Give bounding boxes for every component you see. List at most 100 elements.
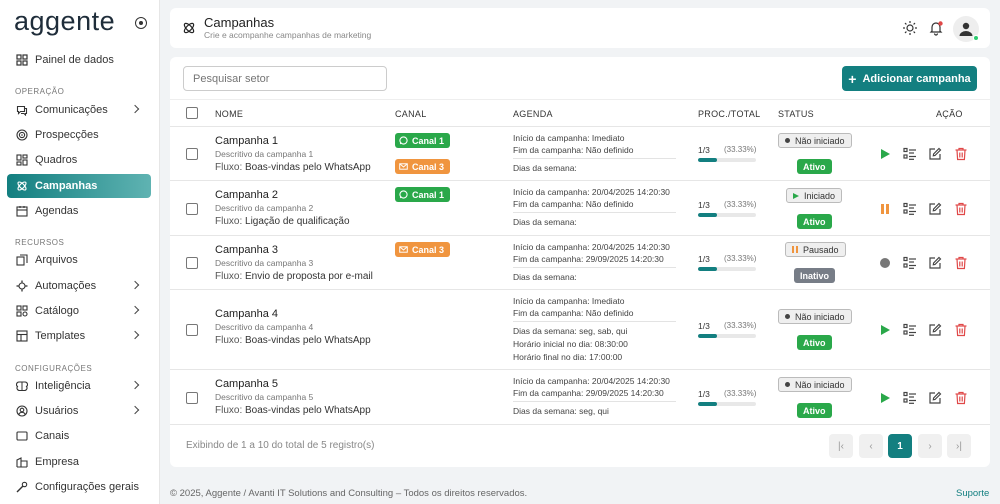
channel-badge-label: Canal 3 — [412, 244, 445, 255]
brand-logo[interactable]: aggente — [14, 6, 115, 37]
column-agenda[interactable]: AGENDA — [513, 109, 553, 119]
details-list-icon[interactable] — [903, 256, 917, 270]
channel-badge: Canal 3 — [395, 242, 451, 257]
progress-percent: (33.33%) — [724, 145, 757, 154]
agenda-start: Início da campanha: 20/04/2025 14:20:30 — [513, 187, 670, 197]
campaign-name[interactable]: Campanha 1 — [215, 135, 278, 147]
campaign-name[interactable]: Campanha 4 — [215, 308, 278, 320]
sidebar-item-label: Configurações gerais — [35, 481, 139, 493]
sidebar-item-quadros[interactable]: Quadros — [7, 148, 151, 172]
row-checkbox[interactable] — [186, 148, 198, 160]
play-icon[interactable] — [878, 147, 892, 161]
row-checkbox[interactable] — [186, 257, 198, 269]
sidebar-item-automacoes[interactable]: Automações — [7, 274, 151, 298]
active-badge: Ativo — [797, 159, 832, 174]
pause-icon[interactable] — [878, 202, 892, 216]
campaign-name[interactable]: Campanha 3 — [215, 244, 278, 256]
sidebar-item-empresa[interactable]: Empresa — [7, 450, 151, 474]
add-campaign-button[interactable]: + Adicionar campanha — [842, 66, 977, 91]
agenda-weekdays: Dias da semana: seg, sab, qui — [513, 326, 628, 336]
plus-icon: + — [848, 70, 857, 87]
edit-icon[interactable] — [928, 147, 942, 161]
prev-page-button[interactable]: ‹ — [859, 434, 883, 458]
chevron-right-icon[interactable] — [130, 280, 140, 290]
templates-icon — [16, 330, 28, 342]
row-checkbox[interactable] — [186, 392, 198, 404]
sidebar-item-label: Canais — [35, 430, 70, 442]
next-page-button[interactable]: › — [918, 434, 942, 458]
sidebar-item-label: Agendas — [35, 205, 79, 217]
chevron-right-icon[interactable] — [130, 330, 140, 340]
trash-icon[interactable] — [954, 323, 968, 337]
agenda-weekdays: Dias da semana: seg, qui — [513, 406, 609, 416]
whatsapp-icon — [399, 190, 408, 199]
trash-icon[interactable] — [954, 147, 968, 161]
sidebar-item-inteligencia[interactable]: Inteligência — [7, 374, 151, 398]
row-checkbox[interactable] — [186, 203, 198, 215]
column-status[interactable]: STATUS — [778, 109, 814, 119]
sidebar-item-label: Inteligência — [35, 380, 91, 392]
sidebar-item-usuarios[interactable]: Usuários — [7, 399, 151, 423]
play-icon[interactable] — [878, 323, 892, 337]
sidebar-item-configuracoes-gerais[interactable]: Configurações gerais — [7, 475, 151, 499]
kanban-icon — [16, 154, 28, 166]
page-button-current[interactable]: 1 — [888, 434, 912, 458]
support-link[interactable]: Suporte — [956, 488, 989, 499]
campaign-icon — [183, 22, 195, 34]
sidebar-item-templates[interactable]: Templates — [7, 324, 151, 348]
chevron-right-icon[interactable] — [130, 104, 140, 114]
files-icon — [16, 254, 28, 266]
sidebar-item-campanhas[interactable]: Campanhas — [7, 174, 151, 198]
sidebar-item-prospeccoes[interactable]: Prospecções — [7, 123, 151, 147]
search-input[interactable] — [183, 66, 387, 91]
brain-icon — [16, 381, 28, 392]
column-nome[interactable]: NOME — [215, 109, 243, 119]
campaign-name[interactable]: Campanha 2 — [215, 189, 278, 201]
progress-count: 1/3 — [698, 254, 710, 264]
edit-icon[interactable] — [928, 323, 942, 337]
table-header: NOME CANAL AGENDA PROC./TOTAL STATUS AÇÃ… — [170, 99, 990, 127]
sidebar-item-catalogo[interactable]: Catálogo — [7, 299, 151, 323]
details-list-icon[interactable] — [903, 147, 917, 161]
first-page-button[interactable]: |‹ — [829, 434, 853, 458]
details-list-icon[interactable] — [903, 202, 917, 216]
column-canal[interactable]: CANAL — [395, 109, 427, 119]
channel-badge-label: Canal 1 — [412, 189, 445, 200]
play-icon[interactable] — [878, 391, 892, 405]
agenda-weekdays: Dias da semana: — [513, 163, 577, 173]
trash-icon[interactable] — [954, 256, 968, 270]
channels-icon — [16, 431, 28, 441]
campaign-flow: Fluxo: Boas-vindas pelo WhatsApp — [215, 405, 371, 416]
edit-icon[interactable] — [928, 202, 942, 216]
details-list-icon[interactable] — [903, 323, 917, 337]
column-proc-total[interactable]: PROC./TOTAL — [698, 109, 760, 119]
campaign-flow: Fluxo: Envio de proposta por e-mail — [215, 271, 373, 282]
chevron-right-icon[interactable] — [130, 380, 140, 390]
last-page-button[interactable]: ›| — [947, 434, 971, 458]
page-title: Campanhas — [204, 15, 275, 30]
chevron-right-icon[interactable] — [130, 305, 140, 315]
trash-icon[interactable] — [954, 391, 968, 405]
trash-icon[interactable] — [954, 202, 968, 216]
theme-toggle-icon[interactable] — [902, 20, 918, 36]
agenda-end: Fim da campanha: 29/09/2025 14:20:30 — [513, 388, 664, 398]
row-checkbox[interactable] — [186, 324, 198, 336]
sidebar-item-canais[interactable]: Canais — [7, 424, 151, 448]
sidebar-toggle-icon[interactable] — [135, 17, 147, 29]
sidebar-item-label: Campanhas — [35, 180, 98, 192]
select-all-checkbox[interactable] — [186, 107, 198, 119]
chevron-right-icon[interactable] — [130, 405, 140, 415]
progress-count: 1/3 — [698, 389, 710, 399]
edit-icon[interactable] — [928, 256, 942, 270]
sidebar-item-agendas[interactable]: Agendas — [7, 199, 151, 223]
sidebar-item-comunicacoes[interactable]: Comunicações — [7, 98, 151, 122]
campaign-flow: Fluxo: Boas-vindas pelo WhatsApp — [215, 335, 371, 346]
details-list-icon[interactable] — [903, 391, 917, 405]
campaign-description: Descritivo da campanha 4 — [215, 322, 314, 332]
sidebar-item-arquivos[interactable]: Arquivos — [7, 248, 151, 272]
notification-bell-icon[interactable] — [928, 20, 944, 36]
active-badge: Ativo — [797, 403, 832, 418]
sidebar-item-dashboard[interactable]: Painel de dados — [7, 48, 151, 72]
campaign-name[interactable]: Campanha 5 — [215, 378, 278, 390]
edit-icon[interactable] — [928, 391, 942, 405]
